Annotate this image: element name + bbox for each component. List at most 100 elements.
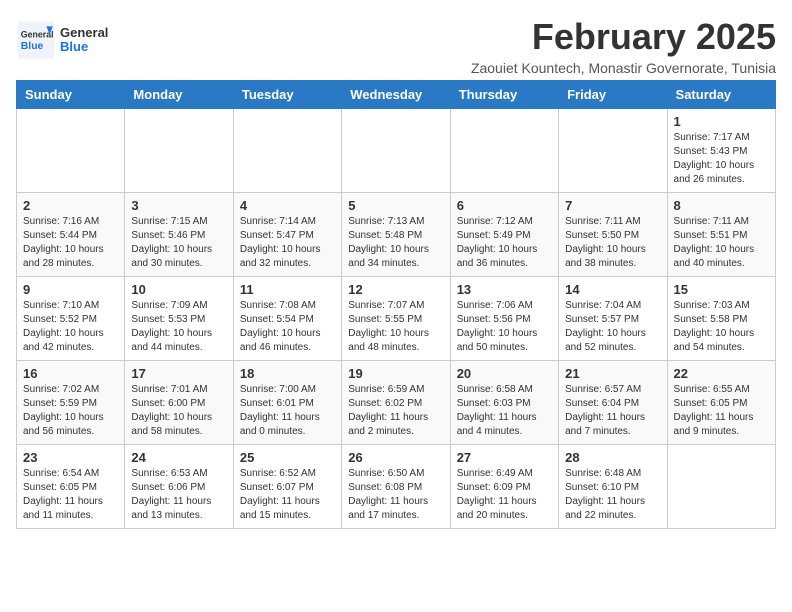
day-info: Sunrise: 7:07 AMSunset: 5:55 PMDaylight:… (348, 299, 443, 355)
day-cell: 20 Sunrise: 6:58 AMSunset: 6:03 PMDayligh… (450, 361, 558, 445)
day-info: Sunrise: 6:58 AMSunset: 6:03 PMDaylight:… (457, 383, 552, 439)
day-number: 2 (23, 198, 118, 213)
day-cell: 24 Sunrise: 6:53 AMSunset: 6:06 PMDayligh… (125, 445, 233, 529)
day-number: 22 (674, 366, 769, 381)
day-cell: 17 Sunrise: 7:01 AMSunset: 6:00 PMDayligh… (125, 361, 233, 445)
day-cell: 10 Sunrise: 7:09 AMSunset: 5:53 PMDayligh… (125, 277, 233, 361)
day-cell: 5Sunrise: 7:13 AMSunset: 5:48 PMDaylight… (342, 193, 450, 277)
day-info: Sunrise: 6:50 AMSunset: 6:08 PMDaylight:… (348, 467, 443, 523)
day-cell: 18 Sunrise: 7:00 AMSunset: 6:01 PMDayligh… (233, 361, 341, 445)
day-cell (342, 109, 450, 193)
day-cell: 14 Sunrise: 7:04 AMSunset: 5:57 PMDayligh… (559, 277, 667, 361)
day-cell: 27 Sunrise: 6:49 AMSunset: 6:09 PMDayligh… (450, 445, 558, 529)
day-number: 18 (240, 366, 335, 381)
day-number: 24 (131, 450, 226, 465)
day-cell: 28 Sunrise: 6:48 AMSunset: 6:10 PMDayligh… (559, 445, 667, 529)
day-number: 10 (131, 282, 226, 297)
day-info: Sunrise: 7:12 AMSunset: 5:49 PMDaylight:… (457, 215, 552, 271)
day-info: Sunrise: 7:17 AMSunset: 5:43 PMDaylight:… (674, 131, 769, 187)
day-info: Sunrise: 7:14 AMSunset: 5:47 PMDaylight:… (240, 215, 335, 271)
day-cell: 2Sunrise: 7:16 AMSunset: 5:44 PMDaylight… (17, 193, 125, 277)
day-number: 25 (240, 450, 335, 465)
day-number: 11 (240, 282, 335, 297)
week-row-3: 9 Sunrise: 7:10 AMSunset: 5:52 PMDaylight… (17, 277, 776, 361)
week-row-1: 1 Sunrise: 7:17 AMSunset: 5:43 PMDaylight… (17, 109, 776, 193)
day-cell: 13Sunrise: 7:06 AMSunset: 5:56 PMDayligh… (450, 277, 558, 361)
day-number: 3 (131, 198, 226, 213)
day-number: 19 (348, 366, 443, 381)
weekday-header-thursday: Thursday (450, 81, 558, 109)
day-cell (667, 445, 775, 529)
day-cell: 26 Sunrise: 6:50 AMSunset: 6:08 PMDayligh… (342, 445, 450, 529)
day-info: Sunrise: 6:57 AMSunset: 6:04 PMDaylight:… (565, 383, 660, 439)
day-number: 28 (565, 450, 660, 465)
weekday-header-saturday: Saturday (667, 81, 775, 109)
weekday-header-tuesday: Tuesday (233, 81, 341, 109)
location-subtitle: Zaouiet Kountech, Monastir Governorate, … (471, 60, 776, 76)
day-info: Sunrise: 6:48 AMSunset: 6:10 PMDaylight:… (565, 467, 660, 523)
day-info: Sunrise: 7:01 AMSunset: 6:00 PMDaylight:… (131, 383, 226, 439)
day-number: 8 (674, 198, 769, 213)
day-info: Sunrise: 6:49 AMSunset: 6:09 PMDaylight:… (457, 467, 552, 523)
day-number: 17 (131, 366, 226, 381)
day-number: 7 (565, 198, 660, 213)
day-info: Sunrise: 6:53 AMSunset: 6:06 PMDaylight:… (131, 467, 226, 523)
day-info: Sunrise: 7:08 AMSunset: 5:54 PMDaylight:… (240, 299, 335, 355)
day-info: Sunrise: 7:03 AMSunset: 5:58 PMDaylight:… (674, 299, 769, 355)
day-cell: 19 Sunrise: 6:59 AMSunset: 6:02 PMDayligh… (342, 361, 450, 445)
day-info: Sunrise: 7:15 AMSunset: 5:46 PMDaylight:… (131, 215, 226, 271)
week-row-2: 2Sunrise: 7:16 AMSunset: 5:44 PMDaylight… (17, 193, 776, 277)
day-cell (17, 109, 125, 193)
day-number: 14 (565, 282, 660, 297)
day-cell: 16Sunrise: 7:02 AMSunset: 5:59 PMDayligh… (17, 361, 125, 445)
day-cell: 15 Sunrise: 7:03 AMSunset: 5:58 PMDayligh… (667, 277, 775, 361)
day-number: 23 (23, 450, 118, 465)
day-number: 26 (348, 450, 443, 465)
day-info: Sunrise: 6:54 AMSunset: 6:05 PMDaylight:… (23, 467, 118, 523)
day-cell (450, 109, 558, 193)
weekday-header-wednesday: Wednesday (342, 81, 450, 109)
day-info: Sunrise: 7:04 AMSunset: 5:57 PMDaylight:… (565, 299, 660, 355)
day-number: 20 (457, 366, 552, 381)
logo-icon: General Blue (16, 20, 56, 60)
day-number: 15 (674, 282, 769, 297)
day-info: Sunrise: 6:55 AMSunset: 6:05 PMDaylight:… (674, 383, 769, 439)
day-number: 9 (23, 282, 118, 297)
day-cell: 21 Sunrise: 6:57 AMSunset: 6:04 PMDayligh… (559, 361, 667, 445)
day-info: Sunrise: 7:02 AMSunset: 5:59 PMDaylight:… (23, 383, 118, 439)
weekday-header-sunday: Sunday (17, 81, 125, 109)
weekday-header-friday: Friday (559, 81, 667, 109)
logo-general-text: General (60, 25, 108, 40)
title-block: February 2025 Zaouiet Kountech, Monastir… (471, 16, 776, 76)
week-row-5: 23 Sunrise: 6:54 AMSunset: 6:05 PMDayligh… (17, 445, 776, 529)
day-number: 21 (565, 366, 660, 381)
day-cell: 9 Sunrise: 7:10 AMSunset: 5:52 PMDaylight… (17, 277, 125, 361)
day-cell: 6Sunrise: 7:12 AMSunset: 5:49 PMDaylight… (450, 193, 558, 277)
logo-blue-text: Blue (60, 39, 88, 54)
day-info: Sunrise: 6:52 AMSunset: 6:07 PMDaylight:… (240, 467, 335, 523)
day-cell: 8Sunrise: 7:11 AMSunset: 5:51 PMDaylight… (667, 193, 775, 277)
day-cell (125, 109, 233, 193)
day-number: 4 (240, 198, 335, 213)
day-info: Sunrise: 6:59 AMSunset: 6:02 PMDaylight:… (348, 383, 443, 439)
day-cell: 4 Sunrise: 7:14 AMSunset: 5:47 PMDaylight… (233, 193, 341, 277)
day-cell: 7 Sunrise: 7:11 AMSunset: 5:50 PMDaylight… (559, 193, 667, 277)
day-cell (559, 109, 667, 193)
day-cell: 11 Sunrise: 7:08 AMSunset: 5:54 PMDayligh… (233, 277, 341, 361)
day-number: 12 (348, 282, 443, 297)
day-number: 27 (457, 450, 552, 465)
calendar-table: SundayMondayTuesdayWednesdayThursdayFrid… (16, 80, 776, 529)
day-cell: 22 Sunrise: 6:55 AMSunset: 6:05 PMDayligh… (667, 361, 775, 445)
day-cell: 1 Sunrise: 7:17 AMSunset: 5:43 PMDaylight… (667, 109, 775, 193)
day-info: Sunrise: 7:10 AMSunset: 5:52 PMDaylight:… (23, 299, 118, 355)
day-info: Sunrise: 7:00 AMSunset: 6:01 PMDaylight:… (240, 383, 335, 439)
week-row-4: 16Sunrise: 7:02 AMSunset: 5:59 PMDayligh… (17, 361, 776, 445)
day-number: 1 (674, 114, 769, 129)
day-info: Sunrise: 7:11 AMSunset: 5:50 PMDaylight:… (565, 215, 660, 271)
day-info: Sunrise: 7:13 AMSunset: 5:48 PMDaylight:… (348, 215, 443, 271)
svg-text:Blue: Blue (21, 41, 44, 52)
day-cell: 23 Sunrise: 6:54 AMSunset: 6:05 PMDayligh… (17, 445, 125, 529)
day-info: Sunrise: 7:09 AMSunset: 5:53 PMDaylight:… (131, 299, 226, 355)
day-info: Sunrise: 7:06 AMSunset: 5:56 PMDaylight:… (457, 299, 552, 355)
day-cell: 25 Sunrise: 6:52 AMSunset: 6:07 PMDayligh… (233, 445, 341, 529)
